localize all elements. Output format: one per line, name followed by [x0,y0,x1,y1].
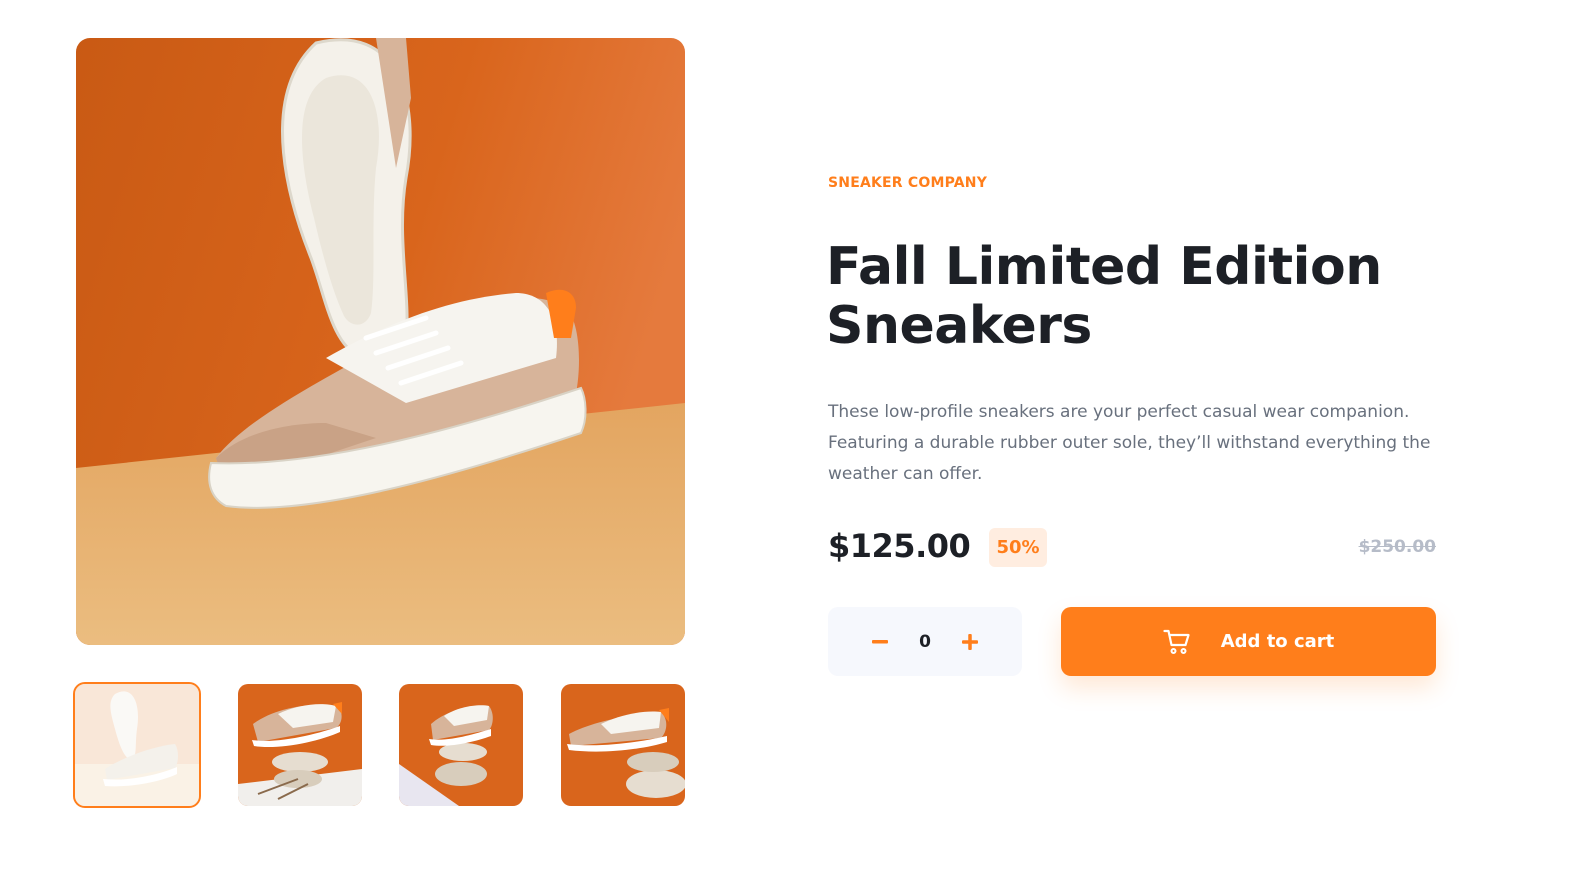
thumbnail-2[interactable] [238,684,362,806]
thumbnail-2-image [238,684,362,806]
thumbnail-1[interactable] [73,682,201,808]
main-product-image[interactable] [76,38,685,645]
company-label: SNEAKER COMPANY [828,175,988,191]
cart-icon [1163,629,1190,654]
add-to-cart-label: Add to cart [1220,631,1335,652]
current-price: $125.00 [828,527,971,565]
discount-badge: 50% [989,528,1047,567]
increment-button[interactable] [958,630,982,654]
plus-icon [962,633,978,650]
product-description: These low-profile sneakers are your perf… [828,402,1431,484]
thumbnail-3[interactable] [399,684,523,806]
quantity-stepper: 0 [828,607,1022,676]
quantity-value: 0 [919,631,931,652]
thumbnail-4[interactable] [561,684,685,806]
product-title: Fall Limited Edition Sneakers [826,237,1382,356]
thumbnail-3-image [399,684,523,806]
decrement-button[interactable] [868,630,892,654]
minus-icon [872,639,888,643]
original-price: $250.00 [1358,537,1436,557]
sneaker-photo [76,38,685,645]
add-to-cart-button[interactable]: Add to cart [1061,607,1436,676]
thumbnail-1-image [75,684,199,806]
thumbnail-4-image [561,684,685,806]
